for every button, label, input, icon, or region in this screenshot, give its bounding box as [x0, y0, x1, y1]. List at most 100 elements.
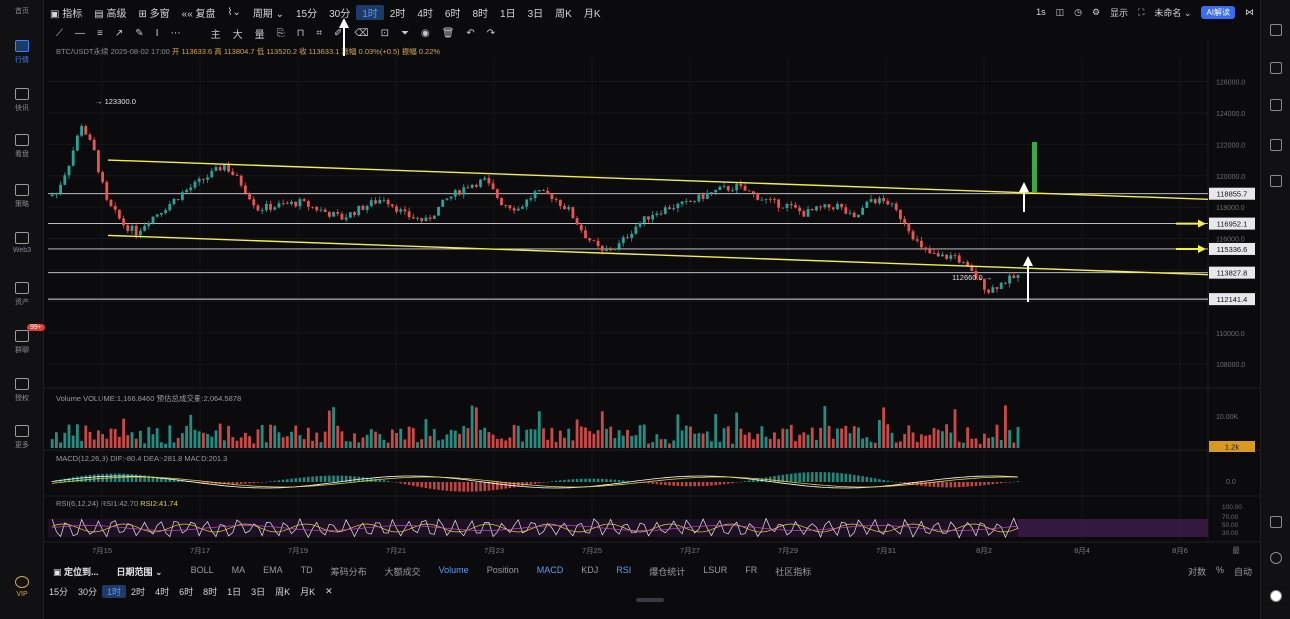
- volume-bar: [453, 430, 457, 448]
- period-8[interactable]: 3日: [246, 585, 270, 598]
- date-range-button[interactable]: 日期范围 ⌄: [108, 565, 172, 578]
- candle-body: [315, 206, 319, 211]
- macd-histogram-bar: [873, 478, 877, 482]
- period-7[interactable]: 1日: [222, 585, 246, 598]
- macd-histogram-bar: [714, 482, 717, 486]
- candle-body: [344, 217, 348, 220]
- candle-body: [915, 239, 919, 241]
- candle-body: [756, 193, 760, 200]
- period-9[interactable]: 周K: [270, 585, 295, 598]
- volume-bar: [567, 428, 571, 448]
- candle-body: [529, 198, 533, 200]
- macd-histogram-bar: [97, 474, 100, 482]
- macd-histogram-bar: [391, 481, 394, 483]
- candle-body: [428, 217, 432, 219]
- indicator-12[interactable]: LSUR: [694, 565, 736, 578]
- period-2[interactable]: 1时: [102, 584, 127, 598]
- candle-body: [453, 190, 457, 197]
- volume-bar: [592, 433, 596, 448]
- macd-histogram-bar: [433, 482, 436, 490]
- volume-bar: [726, 426, 730, 448]
- volume-bar: [130, 432, 134, 448]
- indicator-13[interactable]: FR: [736, 565, 766, 578]
- volume-bar: [437, 440, 440, 448]
- candle-body: [231, 171, 235, 176]
- candle-body: [319, 209, 323, 211]
- indicator-1[interactable]: MA: [223, 565, 255, 578]
- macd-histogram-bar: [567, 479, 570, 482]
- indicator-9[interactable]: KDJ: [572, 565, 607, 578]
- macd-histogram-bar: [374, 478, 377, 482]
- candle-body: [92, 139, 96, 151]
- period-0[interactable]: 15分: [44, 585, 73, 598]
- volume-bar: [638, 425, 642, 448]
- volume-bar: [634, 435, 638, 448]
- period-3[interactable]: 2时: [126, 585, 150, 598]
- x-tick-label: 7月15: [92, 546, 112, 555]
- indicator-14[interactable]: 社区指标: [766, 565, 820, 578]
- period-4[interactable]: 4时: [150, 585, 174, 598]
- volume-bar: [823, 406, 827, 448]
- volume-bar: [75, 424, 79, 448]
- period-1[interactable]: 30分: [73, 585, 102, 598]
- indicator-7[interactable]: Position: [478, 565, 528, 578]
- indicator-2[interactable]: EMA: [254, 565, 292, 578]
- candle-body: [248, 193, 251, 200]
- candle-body: [500, 197, 503, 206]
- macd-histogram-bar: [1004, 482, 1007, 483]
- indicator-3[interactable]: TD: [292, 565, 322, 578]
- candle-body: [210, 170, 214, 178]
- log-scale-button[interactable]: 对数: [1188, 565, 1206, 578]
- x-tick-label: 8月2: [976, 546, 992, 555]
- candle-body: [638, 222, 642, 227]
- indicator-6[interactable]: Volume: [430, 565, 478, 578]
- indicator-11[interactable]: 爆仓统计: [640, 565, 694, 578]
- chart-canvas[interactable]: 126000.0 124000.0 122000.0 120000.0 118000.0…: [0, 0, 1290, 619]
- indicator-8[interactable]: MACD: [528, 565, 573, 578]
- macd-histogram-bar: [441, 482, 445, 491]
- volume-bar: [613, 438, 617, 448]
- macd-histogram-bar: [298, 477, 302, 482]
- macd-histogram-bar: [823, 472, 827, 482]
- auto-scale-button[interactable]: 自动: [1234, 565, 1252, 578]
- period-10[interactable]: 月K: [295, 585, 320, 598]
- indicator-4[interactable]: 筹码分布: [322, 565, 376, 578]
- candle-body: [151, 216, 155, 224]
- volume-bar: [479, 429, 482, 448]
- volume-bar: [827, 425, 831, 448]
- volume-bar: [462, 426, 466, 448]
- macd-histogram-bar: [286, 479, 289, 482]
- macd-histogram-bar: [605, 479, 608, 482]
- candle-body: [357, 205, 361, 216]
- indicator-5[interactable]: 大额成交: [376, 565, 430, 578]
- indicator-0[interactable]: BOLL: [182, 565, 223, 578]
- candle-body: [575, 218, 579, 225]
- macd-histogram-bar: [844, 473, 848, 482]
- candle-body: [424, 217, 428, 221]
- period-5[interactable]: 6时: [174, 585, 198, 598]
- macd-histogram-bar: [252, 482, 256, 484]
- candle-body: [810, 209, 814, 211]
- macd-histogram-bar: [386, 481, 390, 482]
- volume-bar: [197, 431, 201, 448]
- candle-body: [54, 192, 58, 195]
- candle-body: [663, 207, 667, 214]
- macd-histogram-bar: [428, 482, 432, 489]
- candle-body: [462, 187, 466, 195]
- candle-body: [630, 233, 634, 238]
- close-period-bar-icon[interactable]: ✕: [320, 586, 338, 597]
- volume-bar: [630, 435, 634, 448]
- candle-body: [886, 200, 890, 205]
- candle-body: [789, 204, 793, 206]
- locate-button[interactable]: ▣ 定位到...: [44, 565, 108, 578]
- volume-bar: [852, 426, 856, 448]
- percent-scale-button[interactable]: %: [1216, 565, 1224, 578]
- candle-body: [361, 205, 365, 210]
- volume-bar: [579, 426, 583, 448]
- pane-resize-handle[interactable]: [636, 598, 664, 602]
- volume-bar: [214, 430, 218, 448]
- macd-histogram-bar: [554, 480, 558, 482]
- indicator-10[interactable]: RSI: [607, 565, 640, 578]
- period-6[interactable]: 8时: [198, 585, 222, 598]
- candle-body: [802, 211, 806, 217]
